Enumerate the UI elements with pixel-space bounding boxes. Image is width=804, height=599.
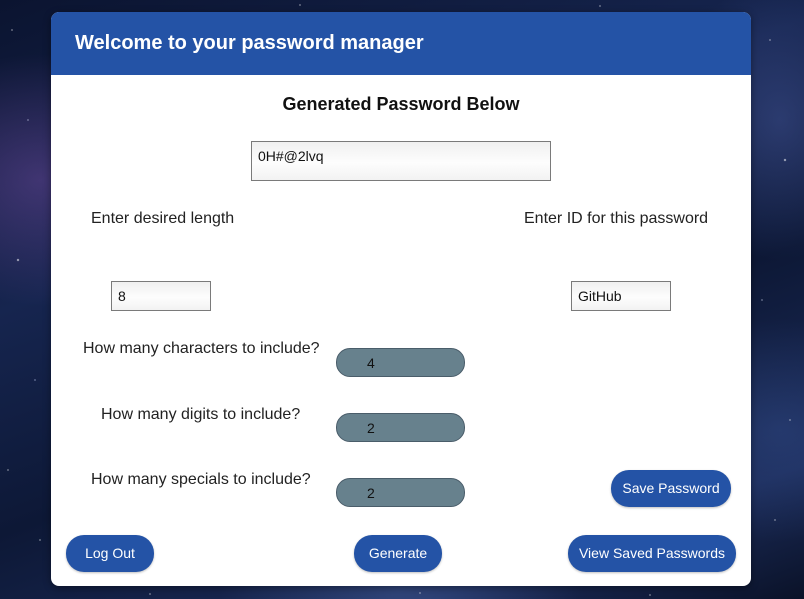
specials-spinner[interactable]: 2	[336, 478, 465, 507]
characters-spinner[interactable]: 4	[336, 348, 465, 377]
generate-button[interactable]: Generate	[354, 535, 442, 572]
length-input[interactable]: 8	[111, 281, 211, 311]
digits-spinner[interactable]: 2	[336, 413, 465, 442]
view-saved-passwords-button[interactable]: View Saved Passwords	[568, 535, 736, 572]
digits-label: How many digits to include?	[101, 406, 301, 423]
characters-label: How many characters to include?	[83, 340, 320, 357]
password-id-input[interactable]: GitHub	[571, 281, 671, 311]
password-id-label: Enter ID for this password	[524, 210, 709, 227]
header-bar: Welcome to your password manager	[51, 12, 751, 75]
save-password-button[interactable]: Save Password	[611, 470, 731, 507]
length-label: Enter desired length	[91, 210, 235, 227]
generated-password-field[interactable]: 0H#@2lvq	[251, 141, 551, 181]
generated-password-heading: Generated Password Below	[282, 94, 520, 114]
log-out-button[interactable]: Log Out	[66, 535, 154, 572]
page-title: Welcome to your password manager	[75, 32, 424, 54]
specials-label: How many specials to include?	[91, 471, 311, 488]
password-manager-window: Welcome to your password manager Generat…	[51, 12, 751, 586]
